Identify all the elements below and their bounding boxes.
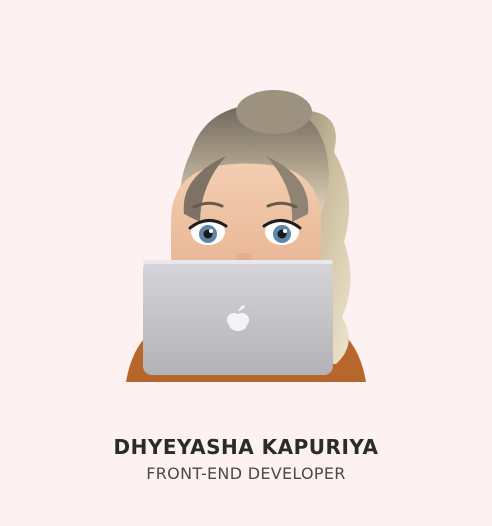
profile-role: FRONT-END DEVELOPER (146, 464, 346, 483)
profile-name: DHYEYASHA KAPURIYA (113, 435, 379, 459)
profile-card: DHYEYASHA KAPURIYA FRONT-END DEVELOPER (0, 0, 492, 526)
memoji-laptop-avatar-icon (96, 82, 396, 392)
